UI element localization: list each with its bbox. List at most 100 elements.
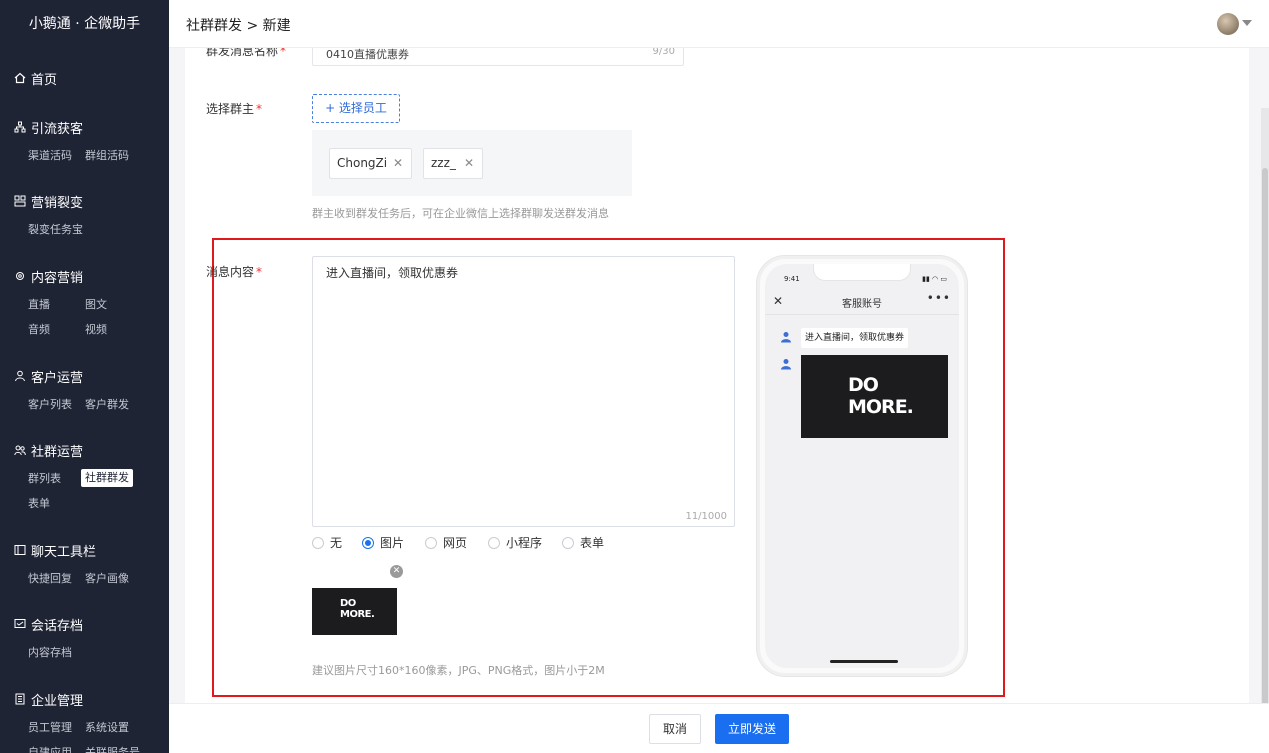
close-icon[interactable]: ✕ [464, 149, 474, 178]
owner-tag: zzz_ ✕ [423, 148, 483, 179]
remove-image-icon[interactable]: ✕ [390, 565, 403, 578]
scrollbar-thumb[interactable] [1262, 168, 1268, 703]
nav-label: 引流获客 [31, 121, 84, 137]
radio-dot [425, 536, 437, 549]
phone-notch [813, 264, 911, 281]
nav-title-marketing[interactable]: 营销裂变 [0, 191, 169, 211]
sidebar-item-group-broadcast[interactable]: 社群群发 [81, 469, 133, 487]
sidebar-item-fission[interactable]: 裂变任务宝 [28, 217, 108, 242]
radio-image[interactable]: 图片 [362, 534, 404, 551]
nav-group-archive: 会话存档 内容存档 [0, 614, 169, 665]
nav-label: 首页 [31, 72, 58, 88]
user-avatar-icon [781, 332, 791, 343]
nav-group-home[interactable]: 首页 [0, 68, 169, 88]
sidebar-item-customer-list[interactable]: 客户列表 [28, 392, 85, 417]
cancel-button[interactable]: 取消 [649, 714, 701, 744]
message-content-value: 进入直播间，领取优惠券 [326, 266, 459, 280]
sidebar-item-audio[interactable]: 音频 [28, 317, 85, 342]
sidebar: 小鹅通 · 企微助手 首页 引流获客 渠道活码 群组活码 营销裂变 裂变任务宝 … [0, 0, 169, 753]
chat-header: ✕ 客服账号 ••• [765, 289, 959, 315]
radio-label: 网页 [443, 536, 468, 550]
sidebar-item-article[interactable]: 图文 [85, 292, 142, 317]
radio-form[interactable]: 表单 [562, 534, 604, 551]
send-now-button[interactable]: 立即发送 [715, 714, 789, 744]
nav-group-customer: 客户运营 客户列表 客户群发 [0, 366, 169, 417]
top-header: 社群群发 > 新建 [169, 0, 1269, 48]
sidebar-item-live[interactable]: 直播 [28, 292, 85, 317]
nav-title-archive[interactable]: 会话存档 [0, 614, 169, 634]
phone-preview: 9:41 ▮▮ ◠ ▭ ✕ 客服账号 ••• 进入直播间，领取优惠券 DO MO… [757, 256, 967, 676]
owner-tag-label: zzz_ [431, 156, 456, 170]
sidebar-item-content-archive[interactable]: 内容存档 [28, 640, 85, 665]
nav-title-chat-toolbar[interactable]: 聊天工具栏 [0, 540, 169, 560]
sidebar-item-customer-broadcast[interactable]: 客户群发 [85, 392, 142, 417]
radio-label: 小程序 [506, 536, 543, 550]
image-text: MORE. [340, 609, 375, 620]
nav-title-content[interactable]: 内容营销 [0, 266, 169, 286]
owner-hint: 群主收到群发任务后，可在企业微信上选择群聊发送群发消息 [312, 207, 609, 220]
nav-label: 企业管理 [31, 693, 84, 709]
phone-screen: 9:41 ▮▮ ◠ ▭ ✕ 客服账号 ••• 进入直播间，领取优惠券 DO MO… [765, 264, 959, 668]
message-name-input[interactable]: 0410直播优惠券 9/30 [312, 48, 684, 66]
chat-text-bubble: 进入直播间，领取优惠券 [801, 328, 909, 348]
radio-dot [488, 536, 500, 549]
sidebar-item-video[interactable]: 视频 [85, 317, 142, 342]
message-content-textarea[interactable]: 进入直播间，领取优惠券 11/1000 [312, 256, 735, 527]
scrollbar[interactable] [1261, 108, 1269, 703]
uploaded-image-thumbnail: DO MORE. [312, 588, 397, 635]
owners-box: ChongZi ✕ zzz_ ✕ [312, 130, 632, 196]
close-icon[interactable]: ✕ [393, 149, 403, 178]
chat-image-bubble: DO MORE. [801, 355, 948, 438]
sidebar-item-group-list[interactable]: 群列表 [28, 466, 85, 491]
nav-title-acquire[interactable]: 引流获客 [0, 117, 169, 137]
radio-dot [362, 536, 374, 549]
sidebar-item-service-account[interactable]: 关联服务号 [85, 740, 155, 753]
group-icon [14, 445, 26, 456]
nav-label: 聊天工具栏 [31, 544, 97, 560]
image-hint: 建议图片尺寸160*160像素，JPG、PNG格式，图片小于2M [312, 664, 605, 677]
radio-webpage[interactable]: 网页 [425, 534, 467, 551]
radio-dot [312, 536, 324, 549]
nav-group-enterprise: 企业管理 员工管理 系统设置 自建应用 关联服务号 [0, 689, 169, 753]
gear-icon [16, 272, 24, 280]
sidebar-item-channel-code[interactable]: 渠道活码 [28, 143, 85, 168]
sidebar-item-settings[interactable]: 系统设置 [85, 715, 142, 740]
nav-group-chat-toolbar: 聊天工具栏 快捷回复 客户画像 [0, 540, 169, 591]
owner-tag-label: ChongZi [337, 156, 388, 170]
content-label: 消息内容 * [206, 265, 263, 279]
nav-group-community: 社群运营 群列表 社群群发 表单 [0, 440, 169, 516]
grid-icon [14, 195, 26, 207]
home-indicator [830, 660, 898, 663]
nav-title-enterprise[interactable]: 企业管理 [0, 689, 169, 709]
nav-label: 社群运营 [31, 444, 84, 460]
user-avatar-icon [781, 359, 791, 370]
sidebar-item-staff[interactable]: 员工管理 [28, 715, 85, 740]
footer-actions: 取消 立即发送 [169, 703, 1269, 753]
select-staff-button[interactable]: + 选择员工 [312, 94, 400, 123]
avatar[interactable] [1217, 13, 1239, 35]
person-icon [15, 370, 25, 382]
sidebar-item-group-code[interactable]: 群组活码 [85, 143, 142, 168]
radio-dot [562, 536, 574, 549]
message-name-count: 9/30 [652, 48, 675, 57]
sidebar-item-form[interactable]: 表单 [28, 491, 128, 516]
nav-title-home[interactable]: 首页 [0, 68, 169, 88]
sidebar-item-self-apps[interactable]: 自建应用 [28, 740, 85, 753]
sidebar-item-quick-reply[interactable]: 快捷回复 [28, 566, 85, 591]
radio-none[interactable]: 无 [312, 534, 342, 551]
sidebar-item-customer-profile[interactable]: 客户画像 [85, 566, 142, 591]
nav-label: 营销裂变 [31, 195, 84, 211]
image-text: MORE. [848, 396, 914, 418]
nav-group-content: 内容营销 直播 图文 音频 视频 [0, 266, 169, 342]
brand-title: 小鹅通 · 企微助手 [28, 16, 141, 32]
building-icon [15, 693, 25, 705]
nav-group-marketing: 营销裂变 裂变任务宝 [0, 191, 169, 242]
radio-miniprogram[interactable]: 小程序 [488, 534, 542, 551]
owner-label: 选择群主 * [206, 102, 263, 116]
main-content: 群发消息名称 * 0410直播优惠券 9/30 选择群主 * + 选择员工 Chon… [169, 48, 1269, 703]
image-text: DO [340, 598, 356, 609]
chevron-down-icon[interactable] [1242, 20, 1252, 26]
home-icon [14, 72, 26, 84]
nav-title-community[interactable]: 社群运营 [0, 440, 169, 460]
nav-title-customer[interactable]: 客户运营 [0, 366, 169, 386]
